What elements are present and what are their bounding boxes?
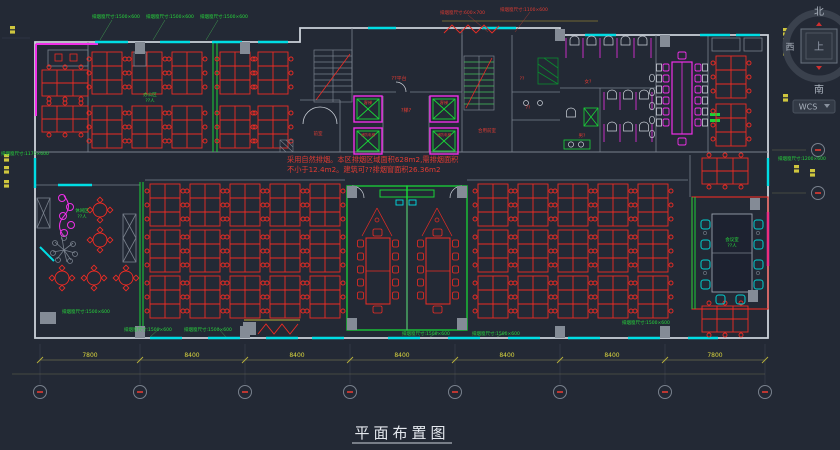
room-label-small-a: ?? [520, 76, 525, 82]
vent-label: 排烟窗尺寸:1500×600 [92, 13, 140, 20]
viewcube-orbit-down-arrow[interactable] [816, 66, 822, 70]
vent-label: 排烟窗尺寸:1500×600 [184, 326, 232, 333]
dimension-lines: 7800 8400 8400 8400 8400 8400 7800 [12, 352, 768, 374]
vent-label: 排烟窗尺寸:1500×600 [124, 326, 172, 333]
dim-span: 8400 [604, 352, 619, 359]
vent-label: 排烟窗尺寸:1500×600 [146, 13, 194, 20]
smoke-note-line2: 不小于12.4m2。建筑可??排烟窗面积26.36m2 [287, 165, 441, 174]
vent-label: 排烟窗尺寸:600×700 [440, 9, 485, 16]
room-top-left-office [42, 50, 88, 137]
room-conference-magenta [657, 52, 721, 145]
zone-label-meeting-2: ??人 [727, 243, 737, 249]
room-label-shared-vestibule: 合用前室 [478, 127, 496, 134]
grid-lines [2, 38, 765, 384]
zone-label-office-top-1: 办公区 [143, 91, 157, 98]
vent-label: 排烟窗尺寸:1200×600 [778, 155, 826, 162]
view-cube[interactable]: 上 北 南 西 [785, 6, 840, 96]
vent-label: 排烟窗尺寸:1500×600 [200, 13, 248, 20]
zone-top-open-office [87, 52, 293, 148]
room-label-vestibule: 前室 [314, 130, 323, 137]
room-label-lift-left: 客梯 [364, 99, 372, 106]
room-label-lift-right: 客梯 [440, 99, 448, 106]
toilets [560, 36, 656, 152]
room-label-small-b: ?? [526, 105, 531, 111]
room-top-right-office [711, 38, 762, 146]
dim-span: 8400 [499, 352, 514, 359]
zone-label-office-top-2: ??人 [145, 98, 155, 104]
vent-label: 排烟窗尺寸:1500×600 [62, 308, 110, 315]
vent-label: 排烟窗尺寸:1500×600 [472, 330, 520, 337]
zone-label-meeting-1: 会议室 [725, 236, 739, 243]
smoke-note-line1: 采用自然排烟。本区排烟区域面积628m2,需排烟面积 [287, 155, 458, 164]
sheet-title: 平面布置图 [352, 424, 452, 443]
viewcube-orbit-up-arrow[interactable] [816, 22, 822, 26]
autocad-viewport[interactable]: 7800 8400 8400 8400 8400 8400 7800 [0, 0, 840, 450]
conference-rooms [347, 186, 467, 330]
dim-span: 7800 [707, 352, 722, 359]
viewcube-north-label[interactable]: 北 [814, 6, 824, 18]
cad-canvas[interactable]: 7800 8400 8400 8400 8400 8400 7800 [0, 0, 840, 450]
smoke-extraction-note: 采用自然排烟。本区排烟区域面积628m2,需排烟面积 不小于12.4m2。建筑可… [287, 155, 458, 174]
vent-label: 排烟窗尺寸:1170×600 [1, 150, 49, 157]
room-label-mens-wc: 男? [579, 133, 586, 139]
dim-span: 8400 [394, 352, 409, 359]
service-elements [243, 21, 598, 335]
windows [35, 28, 768, 338]
room-label-womens-wc: 女? [585, 78, 592, 85]
zone-label-lounge-2: ??人 [77, 214, 87, 220]
viewcube-top-face-label[interactable]: 上 [814, 41, 824, 53]
zone-bottom-left-office [145, 184, 345, 318]
room-label-fire-lift-right: 消防电梯 [437, 132, 452, 137]
dim-span: 8400 [289, 352, 304, 359]
zone-bottom-right-office [473, 184, 673, 318]
sheet-title-text: 平面布置图 [354, 424, 449, 442]
vent-label: 排烟窗尺寸:1500×600 [622, 319, 670, 326]
room-meeting-teal [692, 197, 768, 309]
viewcube-west-label[interactable]: 西 [785, 42, 794, 53]
wcs-label: WCS [799, 103, 818, 112]
dim-span: 8400 [184, 352, 199, 359]
room-label-elevator-hall: ?梯? [401, 107, 412, 114]
plant [51, 236, 78, 264]
vent-label: 排烟窗尺寸:1500×600 [402, 330, 450, 337]
building-walls [35, 28, 768, 338]
zone-label-lounge-1: 休闲区 [75, 207, 89, 214]
wcs-dropdown[interactable]: WCS [793, 100, 835, 113]
vent-label: 排烟窗尺寸:1100×600 [500, 6, 548, 13]
viewcube-south-label[interactable]: 南 [814, 83, 824, 96]
room-label-fire-lift-left: 消防电梯 [361, 132, 376, 137]
room-label-rest-platform: ??平台 [391, 75, 406, 82]
dim-span: 7800 [82, 352, 97, 359]
